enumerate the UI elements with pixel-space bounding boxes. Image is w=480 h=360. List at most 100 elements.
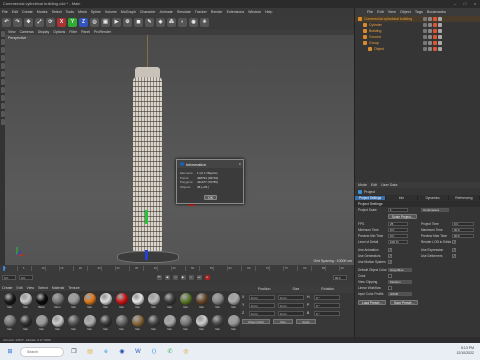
material-swatch[interactable]: Mat <box>2 293 17 315</box>
material-swatch[interactable]: Mat <box>66 315 81 337</box>
scale-icon[interactable]: ⤢ <box>35 17 44 27</box>
x-axis-handle[interactable] <box>188 204 195 206</box>
tag-icon[interactable] <box>428 41 432 45</box>
viewport-menu-panel[interactable]: Panel <box>81 30 90 34</box>
world-icon[interactable]: ◎ <box>90 17 99 27</box>
tag-icon[interactable] <box>438 29 442 33</box>
scale-project-button[interactable]: Scale Project... <box>388 213 418 219</box>
ok-button[interactable]: OK <box>204 195 217 200</box>
close-icon[interactable]: × <box>239 161 241 166</box>
edge-icon[interactable]: e <box>100 346 112 358</box>
material-menu-material[interactable]: Material <box>52 286 64 290</box>
coords-size-select[interactable]: Size <box>273 319 293 324</box>
tag-icon[interactable] <box>423 29 427 33</box>
play-icon[interactable]: ▶ <box>180 275 186 280</box>
menu-item-mograph[interactable]: MoGraph <box>121 10 136 14</box>
camera-icon[interactable]: ◉ <box>189 17 198 27</box>
material-swatch[interactable]: Mat <box>162 293 177 315</box>
viewport-menu-prorender[interactable]: ProRender <box>94 30 111 34</box>
menu-item-spline[interactable]: Spline <box>91 10 101 14</box>
menu-item-help[interactable]: Help <box>265 10 272 14</box>
attr-checkbox[interactable] <box>388 274 392 278</box>
material-swatch[interactable]: Mat <box>66 293 81 315</box>
chrome-icon[interactable]: ◎ <box>180 346 192 358</box>
current-frame-field[interactable]: 0 F <box>19 275 33 280</box>
tag-icon[interactable] <box>428 35 432 39</box>
attr-field[interactable]: 90 F <box>452 227 474 233</box>
apply-button[interactable]: Apply <box>296 319 316 324</box>
attr-field[interactable]: 90 F <box>452 233 474 239</box>
attr-field[interactable]: 25 <box>388 221 408 227</box>
undo-icon[interactable]: ↶ <box>2 17 11 27</box>
position-field[interactable]: 0 cm <box>249 302 275 308</box>
left-tool-icon[interactable] <box>0 71 5 77</box>
left-tool-icon[interactable] <box>0 87 5 93</box>
material-menu-view[interactable]: View <box>27 286 35 290</box>
material-swatch[interactable]: Black <box>34 293 49 315</box>
position-field[interactable]: 0 cm <box>249 294 275 300</box>
menu-item-character[interactable]: Character <box>140 10 156 14</box>
task-view-icon[interactable]: ❐ <box>68 346 80 358</box>
minimize-icon[interactable]: – <box>450 0 460 8</box>
left-tool-icon[interactable] <box>0 119 5 125</box>
project-scale-unit-select[interactable]: Centimeters <box>421 207 449 213</box>
viewport-menu-filter[interactable]: Filter <box>69 30 77 34</box>
objmgr-menu-tags[interactable]: Tags <box>415 10 423 14</box>
objmgr-menu-view[interactable]: View <box>388 10 396 14</box>
cinema4d-icon[interactable]: ◉ <box>116 346 128 358</box>
rotation-field[interactable]: 0 ° <box>314 294 340 300</box>
attr-field[interactable]: 0 F <box>452 221 474 227</box>
attr-checkbox[interactable] <box>388 248 392 252</box>
attr-checkbox[interactable] <box>452 248 456 252</box>
x-axis-icon[interactable]: X <box>57 17 66 27</box>
pen-icon[interactable]: ✎ <box>145 17 154 27</box>
left-tool-icon[interactable] <box>0 55 5 61</box>
size-field[interactable]: 0 cm <box>278 310 304 316</box>
menu-item-window[interactable]: Window <box>248 10 261 14</box>
render-view-icon[interactable]: ▣ <box>101 17 110 27</box>
timeline-ruler[interactable]: 0 5 10 15 20 25 30 35 40 45 50 55 60 65 70 75 80 85 90 <box>3 266 351 271</box>
attr-tab[interactable]: Project Settings <box>355 196 387 200</box>
material-menu-texture[interactable]: Texture <box>68 286 79 290</box>
tag-icon[interactable] <box>423 41 427 45</box>
menu-item-mesh[interactable]: Mesh <box>78 10 87 14</box>
left-tool-icon[interactable] <box>0 63 5 69</box>
material-swatch[interactable]: Mat <box>34 315 49 337</box>
attr-checkbox[interactable] <box>388 260 392 264</box>
left-tool-icon[interactable] <box>0 111 5 117</box>
tag-icon[interactable] <box>433 23 437 27</box>
z-axis-icon[interactable]: Z <box>79 17 88 27</box>
whatsapp-icon[interactable]: ✆ <box>164 346 176 358</box>
material-swatch[interactable]: Mat <box>210 293 225 315</box>
attr-checkbox[interactable] <box>388 254 392 258</box>
attr-checkbox[interactable] <box>452 240 456 244</box>
load-preset-button[interactable]: Load Preset... <box>358 299 386 305</box>
attr-checkbox[interactable] <box>388 286 392 290</box>
position-field[interactable]: 0 cm <box>249 310 275 316</box>
maximize-icon[interactable]: □ <box>460 0 470 8</box>
material-swatch[interactable]: Mat <box>226 315 241 337</box>
rotation-field[interactable]: 0 ° <box>314 310 340 316</box>
move-icon[interactable]: ✥ <box>24 17 33 27</box>
file-explorer-icon[interactable]: ▤ <box>84 346 96 358</box>
tag-icon[interactable] <box>438 17 442 21</box>
tag-icon[interactable] <box>428 23 432 27</box>
attr-field[interactable]: 100 % <box>388 239 408 245</box>
attr-dropdown[interactable]: sRGB <box>388 291 412 297</box>
tag-icon[interactable] <box>433 29 437 33</box>
windows-icon[interactable]: ⊞ <box>4 346 16 358</box>
viewport-menu-options[interactable]: Options <box>53 30 65 34</box>
material-swatch[interactable]: Mat <box>130 315 145 337</box>
close-icon[interactable]: × <box>470 0 480 8</box>
material-menu-create[interactable]: Create <box>2 286 13 290</box>
play-backward-icon[interactable]: ◁ <box>172 275 178 280</box>
menu-item-simulate[interactable]: Simulate <box>177 10 191 14</box>
attr-dropdown[interactable]: Gray-Blue <box>388 267 412 273</box>
object-row[interactable]: Object <box>355 46 480 52</box>
menu-item-render[interactable]: Render <box>211 10 223 14</box>
word-icon[interactable]: W <box>132 346 144 358</box>
tag-icon[interactable] <box>433 17 437 21</box>
material-swatch[interactable]: Mat <box>210 315 225 337</box>
material-swatch[interactable]: Mat <box>114 315 129 337</box>
tag-icon[interactable] <box>423 17 427 21</box>
